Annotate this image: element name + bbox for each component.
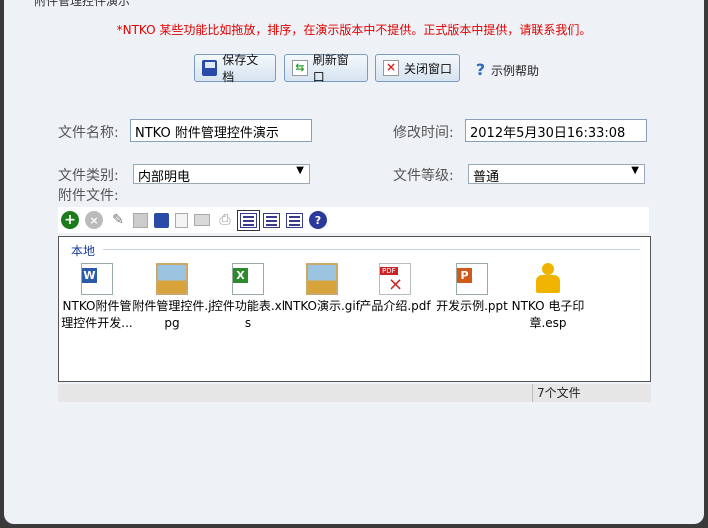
add-file-icon[interactable]: + [61,211,79,229]
file-name: NTKO 电子印章.esp [511,299,585,330]
file-item[interactable]: 产品介绍.pdf [355,263,435,315]
file-item[interactable]: NTKO 电子印章.esp [508,263,588,332]
modified-time-label: 修改时间: [393,125,454,141]
refresh-window-button[interactable]: ⇆ 刷新窗口 [284,53,368,84]
image-icon [156,263,188,295]
doc-level-label: 文件等级: [393,168,454,184]
file-item[interactable]: 附件管理控件.jpg [132,263,212,332]
file-count: 7个文件 [532,384,581,402]
file-list-panel[interactable]: 本地 NTKO附件管理控件开发... 附件管理控件.jpg 控件功能表.xls … [58,236,651,382]
edit-icon[interactable]: ✎ [109,211,127,229]
file-name: 开发示例.ppt [436,299,508,313]
folder-icon[interactable] [194,214,210,226]
file-name: 附件管理控件.jpg [132,299,212,330]
save-icon[interactable] [154,212,169,228]
doc-level-select[interactable]: 普通 ▼ [468,164,645,185]
pdf-icon [379,263,411,295]
stamp-icon [532,263,564,295]
file-name: 产品介绍.pdf [359,299,431,313]
file-name: NTKO演示.gif [284,299,360,313]
image-icon [306,263,338,295]
dropdown-arrow-icon: ▼ [631,165,639,176]
file-item[interactable]: 开发示例.ppt [432,263,512,315]
details-view-icon[interactable] [286,212,303,228]
document-icon[interactable] [175,212,188,228]
print-icon[interactable]: ⎙ [216,211,234,229]
attachments-label: 附件文件: [58,188,119,204]
excel-icon [232,263,264,295]
save-icon [202,60,218,76]
demo-notice: *NTKO 某些功能比如拖放，排序，在演示版本中不提供。正式版本中提供，请联系我… [116,23,592,37]
save-disabled-icon[interactable] [133,212,148,228]
example-help-label: 示例帮助 [491,63,540,78]
modified-time-input[interactable]: 2012年5月30日16:33:08 [465,119,647,142]
close-window-label: 关闭窗口 [404,61,453,76]
powerpoint-icon [456,263,488,295]
help-icon: ? [475,60,486,79]
doc-category-select[interactable]: 内部明电 ▼ [133,164,310,185]
close-window-button[interactable]: × 关闭窗口 [375,54,460,82]
local-group-label: 本地 [71,244,96,258]
refresh-window-label: 刷新窗口 [312,53,349,84]
save-document-label: 保存文档 [222,53,259,84]
window-title: 附件管理控件演示 [34,0,131,8]
doc-category-label: 文件类别: [58,168,119,184]
about-icon[interactable]: ? [309,211,327,229]
dropdown-arrow-icon: ▼ [296,165,304,176]
file-item[interactable]: NTKO演示.gif [282,263,362,315]
word-doc-icon [81,263,113,295]
example-help-link[interactable]: ? 示例帮助 [473,61,539,79]
delete-file-icon[interactable]: × [85,211,103,229]
list-view-icon[interactable] [263,212,280,228]
file-name: 控件功能表.xls [210,299,286,330]
large-icons-view-icon[interactable] [237,209,260,231]
doc-level-value: 普通 [473,170,500,185]
doc-name-label: 文件名称: [58,125,119,141]
app-window: 附件管理控件演示 *NTKO 某些功能比如拖放，排序，在演示版本中不提供。正式版… [4,0,704,524]
file-item[interactable]: 控件功能表.xls [208,263,288,332]
save-document-button[interactable]: 保存文档 [194,53,276,84]
doc-category-value: 内部明电 [138,170,191,185]
file-status-bar: 7个文件 [58,384,651,402]
file-name: NTKO附件管理控件开发... [61,299,133,330]
refresh-icon: ⇆ [292,60,308,76]
file-item[interactable]: NTKO附件管理控件开发... [57,263,137,332]
group-divider [103,249,640,250]
attachment-toolbar: + × ✎ ⎙ ? [58,207,649,233]
doc-name-input[interactable]: NTKO 附件管理控件演示 [130,119,312,142]
close-icon: × [383,60,399,76]
